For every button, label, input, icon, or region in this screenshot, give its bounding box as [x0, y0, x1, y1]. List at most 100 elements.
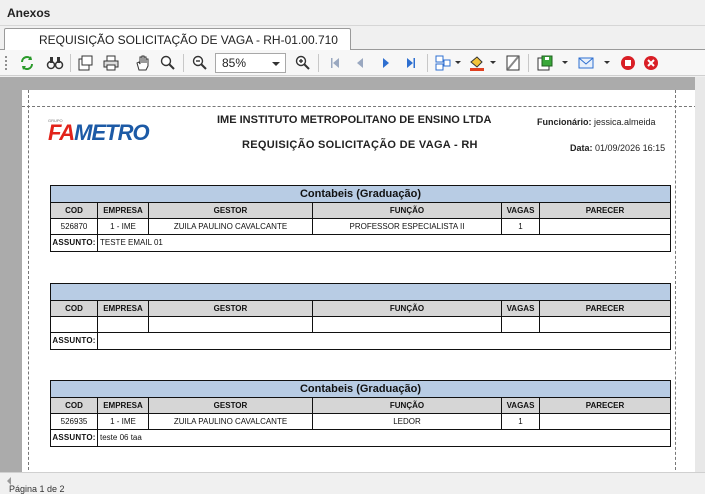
cell-vagas: 1 — [502, 414, 540, 429]
col-header: GESTOR — [149, 301, 313, 316]
page-margin-guide — [28, 90, 29, 475]
vacancy-block: Contabeis (Graduação) COD EMPRESA GESTOR… — [50, 185, 671, 252]
table-row: 526935 1 - IME ZUILA PAULINO CAVALCANTE … — [51, 414, 670, 430]
vertical-scrollbar[interactable] — [695, 77, 705, 472]
vacancy-block: COD EMPRESA GESTOR FUNÇÃO VAGAS PARECER … — [50, 283, 671, 350]
zoom-tool-icon[interactable] — [157, 52, 179, 74]
first-page-icon[interactable] — [324, 52, 346, 74]
email-icon[interactable] — [575, 52, 597, 74]
cell-cod — [51, 317, 98, 332]
block-title — [51, 284, 670, 301]
cell-cod: 526935 — [51, 414, 98, 429]
subject-row: ASSUNTO: — [51, 333, 670, 349]
col-header: PARECER — [585, 304, 625, 313]
subject-row: ASSUNTO: teste 06 taa — [51, 430, 670, 446]
stop-icon[interactable] — [617, 52, 639, 74]
toolbar-separator — [318, 54, 319, 72]
cell-parecer — [540, 219, 670, 234]
close-icon[interactable] — [640, 52, 662, 74]
cell-empresa: 1 - IME — [98, 414, 149, 429]
date-info: Data: 01/09/2026 16:15 — [570, 143, 666, 153]
zoom-select[interactable]: 85% — [215, 53, 286, 73]
chevron-down-icon[interactable] — [562, 61, 568, 64]
column-headers: COD EMPRESA GESTOR FUNÇÃO VAGAS PARECER — [51, 398, 670, 414]
cell-funcao — [313, 317, 502, 332]
find-icon[interactable] — [44, 52, 66, 74]
col-header: GESTOR — [149, 203, 313, 218]
table-row — [51, 317, 670, 333]
col-header: FUNÇÃO — [313, 398, 502, 413]
vacancy-block: Contabeis (Graduação) COD EMPRESA GESTOR… — [50, 380, 671, 447]
horizontal-scrollbar[interactable] — [0, 472, 705, 488]
subject-value: TESTE EMAIL 01 — [100, 238, 163, 247]
window-title: Anexos — [7, 6, 51, 20]
tab-strip: REQUISIÇÃO SOLICITAÇÃO DE VAGA - RH-01.0… — [0, 26, 705, 51]
column-headers: COD EMPRESA GESTOR FUNÇÃO VAGAS PARECER — [51, 301, 670, 317]
col-header: COD — [51, 398, 98, 413]
zoom-in-icon[interactable] — [292, 52, 314, 74]
cell-gestor — [149, 317, 313, 332]
report-title: REQUISIÇÃO SOLICITAÇÃO DE VAGA - RH — [242, 139, 478, 151]
tab-report[interactable]: REQUISIÇÃO SOLICITAÇÃO DE VAGA - RH-01.0… — [4, 28, 351, 51]
subject-label: ASSUNTO: — [51, 333, 98, 349]
page-margin-guide — [675, 90, 676, 475]
column-headers: COD EMPRESA GESTOR FUNÇÃO VAGAS PARECER — [51, 203, 670, 219]
chevron-down-icon — [272, 62, 280, 66]
tab-label: REQUISIÇÃO SOLICITAÇÃO DE VAGA - RH-01.0… — [39, 33, 338, 47]
chevron-down-icon[interactable] — [455, 61, 461, 64]
next-page-icon[interactable] — [375, 52, 397, 74]
col-header: EMPRESA — [98, 301, 149, 316]
cell-empresa — [98, 317, 149, 332]
watermark-icon[interactable] — [502, 52, 524, 74]
report-viewer[interactable]: GRUPO FAMETRO IME INSTITUTO METROPOLITAN… — [0, 77, 705, 494]
cell-gestor: ZUILA PAULINO CAVALCANTE — [149, 219, 313, 234]
page-margin-guide — [22, 106, 702, 107]
col-header: VAGAS — [502, 301, 540, 316]
print-icon[interactable] — [100, 52, 122, 74]
background-color-icon[interactable] — [466, 52, 488, 74]
col-header: PARECER — [585, 401, 625, 410]
export-icon[interactable] — [534, 52, 556, 74]
cell-cod: 526870 — [51, 219, 98, 234]
col-header: EMPRESA — [98, 203, 149, 218]
block-title: Contabeis (Graduação) — [51, 186, 670, 203]
report-page: GRUPO FAMETRO IME INSTITUTO METROPOLITAN… — [22, 90, 702, 475]
cell-empresa: 1 - IME — [98, 219, 149, 234]
toolbar-grip[interactable] — [4, 55, 8, 71]
toolbar-separator — [70, 54, 71, 72]
col-header: COD — [51, 301, 98, 316]
col-header: PARECER — [585, 206, 625, 215]
chevron-down-icon[interactable] — [604, 61, 610, 64]
table-row: 526870 1 - IME ZUILA PAULINO CAVALCANTE … — [51, 219, 670, 235]
col-header: COD — [51, 203, 98, 218]
cell-parecer — [540, 414, 670, 429]
window-titlebar: Anexos — [0, 0, 705, 26]
cell-parecer — [540, 317, 670, 332]
col-header: GESTOR — [149, 398, 313, 413]
last-page-icon[interactable] — [400, 52, 422, 74]
subject-value — [98, 333, 670, 349]
cell-vagas: 1 — [502, 219, 540, 234]
company-name: IME INSTITUTO METROPOLITANO DE ENSINO LT… — [217, 114, 492, 126]
cell-gestor: ZUILA PAULINO CAVALCANTE — [149, 414, 313, 429]
page-setup-icon[interactable] — [74, 52, 96, 74]
cell-funcao: PROFESSOR ESPECIALISTA II — [313, 219, 502, 234]
toolbar-separator — [183, 54, 184, 72]
col-header: EMPRESA — [98, 398, 149, 413]
toolbar-separator — [528, 54, 529, 72]
hand-icon[interactable] — [132, 52, 154, 74]
col-header: FUNÇÃO — [313, 301, 502, 316]
chevron-down-icon[interactable] — [490, 61, 496, 64]
cell-funcao: LEDOR — [313, 414, 502, 429]
subject-value: teste 06 taa — [100, 433, 142, 442]
logo-text: FAMETRO — [48, 120, 150, 145]
view-mode-icon[interactable] — [432, 52, 454, 74]
col-header: FUNÇÃO — [313, 203, 502, 218]
company-logo: GRUPO FAMETRO — [48, 115, 173, 151]
refresh-icon[interactable] — [16, 52, 38, 74]
toolbar-separator — [427, 54, 428, 72]
zoom-out-icon[interactable] — [189, 52, 211, 74]
prev-page-icon[interactable] — [349, 52, 371, 74]
col-header: VAGAS — [502, 203, 540, 218]
subject-label: ASSUNTO: — [51, 430, 98, 446]
